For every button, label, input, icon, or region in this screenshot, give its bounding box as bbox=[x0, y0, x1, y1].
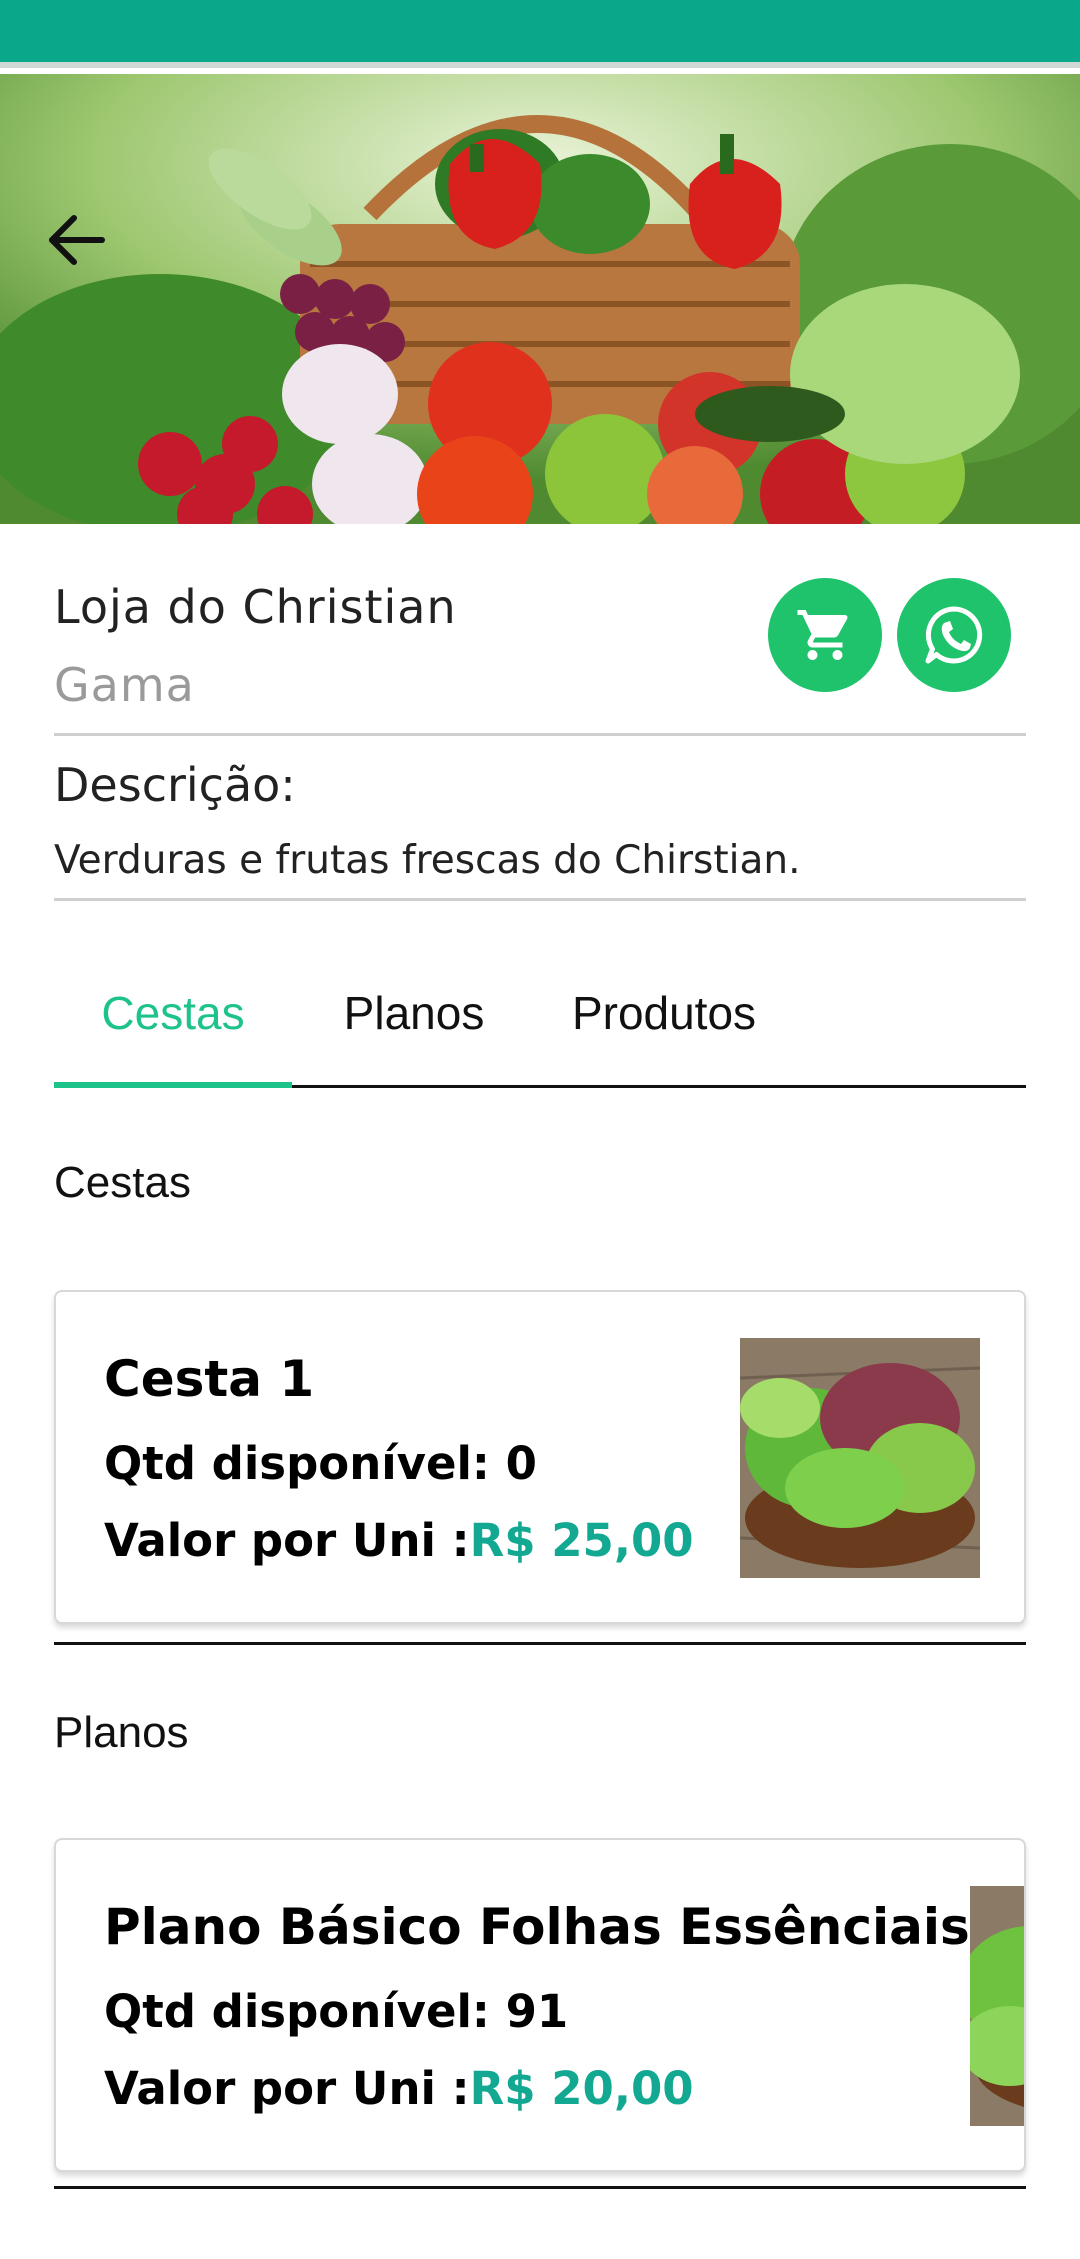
store-description: Verduras e frutas frescas do Chirstian. bbox=[54, 838, 801, 883]
tab-planos[interactable]: Planos bbox=[306, 940, 522, 1085]
active-tab-indicator bbox=[54, 1082, 292, 1088]
item-image bbox=[970, 1886, 1024, 2126]
whatsapp-icon bbox=[925, 606, 983, 664]
status-bar bbox=[0, 0, 1080, 68]
shopping-cart-icon bbox=[797, 610, 848, 660]
store-location: Gama bbox=[54, 658, 195, 712]
store-banner-image bbox=[0, 74, 1080, 524]
section-title-cestas: Cestas bbox=[54, 1158, 191, 1207]
store-name: Loja do Christian bbox=[54, 580, 457, 634]
tab-bar: Cestas Planos Produtos bbox=[54, 940, 1026, 1088]
item-image bbox=[740, 1338, 980, 1578]
item-price-label: Valor por Uni : bbox=[104, 1514, 470, 1567]
description-divider bbox=[54, 898, 1026, 901]
tab-produtos[interactable]: Produtos bbox=[544, 940, 784, 1085]
section-title-planos: Planos bbox=[54, 1708, 189, 1757]
back-button[interactable] bbox=[36, 200, 116, 280]
arrow-left-icon bbox=[49, 215, 105, 265]
description-label: Descrição: bbox=[54, 758, 296, 812]
cart-button[interactable] bbox=[768, 578, 882, 692]
item-name: Cesta 1 bbox=[104, 1350, 315, 1408]
section-divider bbox=[54, 1642, 1026, 1645]
item-price: R$ 25,00 bbox=[469, 1514, 694, 1567]
item-price-row: Valor por Uni :R$ 25,00 bbox=[104, 1514, 694, 1567]
item-price-label: Valor por Uni : bbox=[104, 2062, 470, 2115]
item-name: Plano Básico Folhas Essênciais bbox=[104, 1898, 970, 1956]
item-quantity: Qtd disponível: 91 bbox=[104, 1985, 569, 2038]
item-quantity: Qtd disponível: 0 bbox=[104, 1437, 537, 1490]
tab-cestas[interactable]: Cestas bbox=[54, 940, 292, 1085]
item-price-row: Valor por Uni :R$ 20,00 bbox=[104, 2062, 694, 2115]
item-price: R$ 20,00 bbox=[469, 2062, 694, 2115]
list-item[interactable]: Cesta 1 Qtd disponível: 0 Valor por Uni … bbox=[54, 1290, 1026, 1624]
section-divider bbox=[54, 2186, 1026, 2189]
list-item[interactable]: Plano Básico Folhas Essênciais Qtd dispo… bbox=[54, 1838, 1026, 2172]
whatsapp-button[interactable] bbox=[897, 578, 1011, 692]
header-divider bbox=[54, 733, 1026, 736]
